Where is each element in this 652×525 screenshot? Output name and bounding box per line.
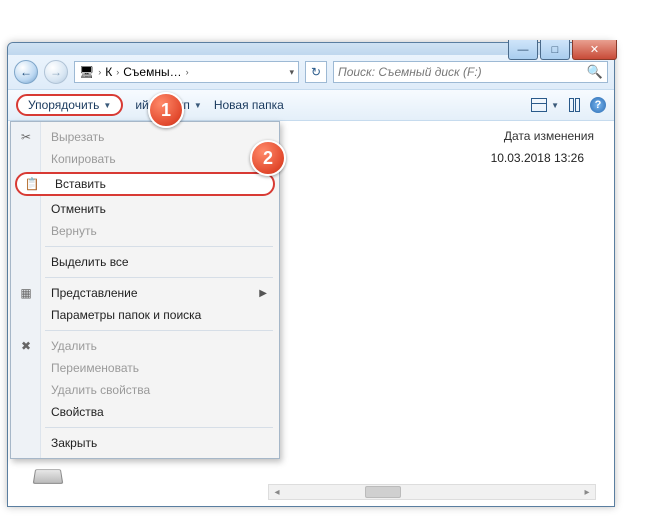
back-button[interactable]: ← [14,60,38,84]
menu-item-close[interactable]: Закрыть [11,432,279,454]
help-button[interactable]: ? [590,97,606,113]
drive-icon [33,469,64,484]
menu-item-select-all[interactable]: Выделить все [11,251,279,273]
menu-item-redo[interactable]: Вернуть [11,220,279,242]
preview-pane-button[interactable] [569,98,580,112]
window-buttons: — □ ✕ [508,40,617,60]
column-date-modified[interactable]: Дата изменения [504,129,594,143]
menu-label: Удалить свойства [51,383,150,397]
menu-item-delete[interactable]: ✖ Удалить [11,335,279,357]
breadcrumb-sep-icon: › [116,67,119,77]
status-bar-device [28,468,68,496]
search-icon[interactable]: 🔍 [587,64,603,80]
horizontal-scrollbar[interactable]: ◂ ▸ [268,484,596,500]
menu-label: Копировать [51,152,116,166]
new-folder-button[interactable]: Новая папка [214,98,284,112]
view-options-button[interactable]: ▼ [531,98,559,112]
menu-item-remove-properties[interactable]: Удалить свойства [11,379,279,401]
search-box[interactable]: Поиск: Съемный диск (F:) 🔍 [333,61,608,83]
menu-separator [45,246,273,247]
search-placeholder: Поиск: Съемный диск (F:) [338,65,482,79]
menu-label: Закрыть [51,436,97,450]
menu-label: Параметры папок и поиска [51,308,201,322]
menu-label: Переименовать [51,361,139,375]
menu-item-properties[interactable]: Свойства [11,401,279,423]
explorer-window: — □ ✕ ← → 🖥 › К › Съемны… › ▾ ↻ Поиск: С… [7,42,615,507]
menu-item-view[interactable]: ▦ Представление ▶ [11,282,279,304]
menu-label: Свойства [51,405,104,419]
menu-separator [45,277,273,278]
menu-label: Выделить все [51,255,129,269]
menu-label: Отменить [51,202,106,216]
menu-item-copy[interactable]: Копировать [11,148,279,170]
menu-item-paste[interactable]: 📋 Вставить [15,172,275,196]
menu-item-folder-options[interactable]: Параметры папок и поиска [11,304,279,326]
file-date-value: 10.03.2018 13:26 [491,151,584,165]
breadcrumb-seg-2[interactable]: Съемны… [123,65,181,79]
address-dropdown-icon[interactable]: ▾ [289,67,294,78]
menu-item-rename[interactable]: Переименовать [11,357,279,379]
menu-label: Вырезать [51,130,104,144]
nav-bar: ← → 🖥 › К › Съемны… › ▾ ↻ Поиск: Съемный… [8,55,614,89]
organize-menu: ✂ Вырезать Копировать 📋 Вставить Отменит… [10,121,280,459]
view-icon: ▦ [17,286,35,300]
paste-icon: 📋 [23,177,41,191]
scroll-thumb[interactable] [365,486,401,498]
menu-label: Вернуть [51,224,97,238]
chevron-down-icon: ▼ [194,101,202,110]
view-list-icon [531,98,547,112]
menu-label: Удалить [51,339,97,353]
menu-label: Вставить [55,177,106,191]
chevron-down-icon: ▼ [551,101,559,110]
breadcrumb-sep-icon: › [98,67,101,77]
chevron-down-icon: ▼ [103,101,111,110]
computer-icon: 🖥 [79,65,94,79]
menu-separator [45,427,273,428]
scroll-right-icon[interactable]: ▸ [579,487,595,498]
close-button[interactable]: ✕ [572,40,617,60]
menu-item-cut[interactable]: ✂ Вырезать [11,126,279,148]
menu-separator [45,330,273,331]
minimize-button[interactable]: — [508,40,538,60]
new-folder-label: Новая папка [214,98,284,112]
submenu-arrow-icon: ▶ [259,288,267,299]
annotation-badge-2: 2 [250,140,286,176]
organize-button[interactable]: Упорядочить ▼ [16,94,123,116]
delete-icon: ✖ [17,339,35,353]
scroll-left-icon[interactable]: ◂ [269,487,285,498]
annotation-badge-1: 1 [148,92,184,128]
cut-icon: ✂ [17,130,35,144]
menu-item-undo[interactable]: Отменить [11,198,279,220]
refresh-button[interactable]: ↻ [305,61,327,83]
toolbar: Упорядочить ▼ ий доступ ▼ Новая папка ▼ … [8,89,614,121]
organize-label: Упорядочить [28,98,99,112]
breadcrumb-sep-icon: › [186,67,189,77]
forward-button[interactable]: → [44,60,68,84]
maximize-button[interactable]: □ [540,40,570,60]
menu-label: Представление [51,286,138,300]
address-bar[interactable]: 🖥 › К › Съемны… › ▾ [74,61,299,83]
breadcrumb-seg-1[interactable]: К [105,65,112,79]
